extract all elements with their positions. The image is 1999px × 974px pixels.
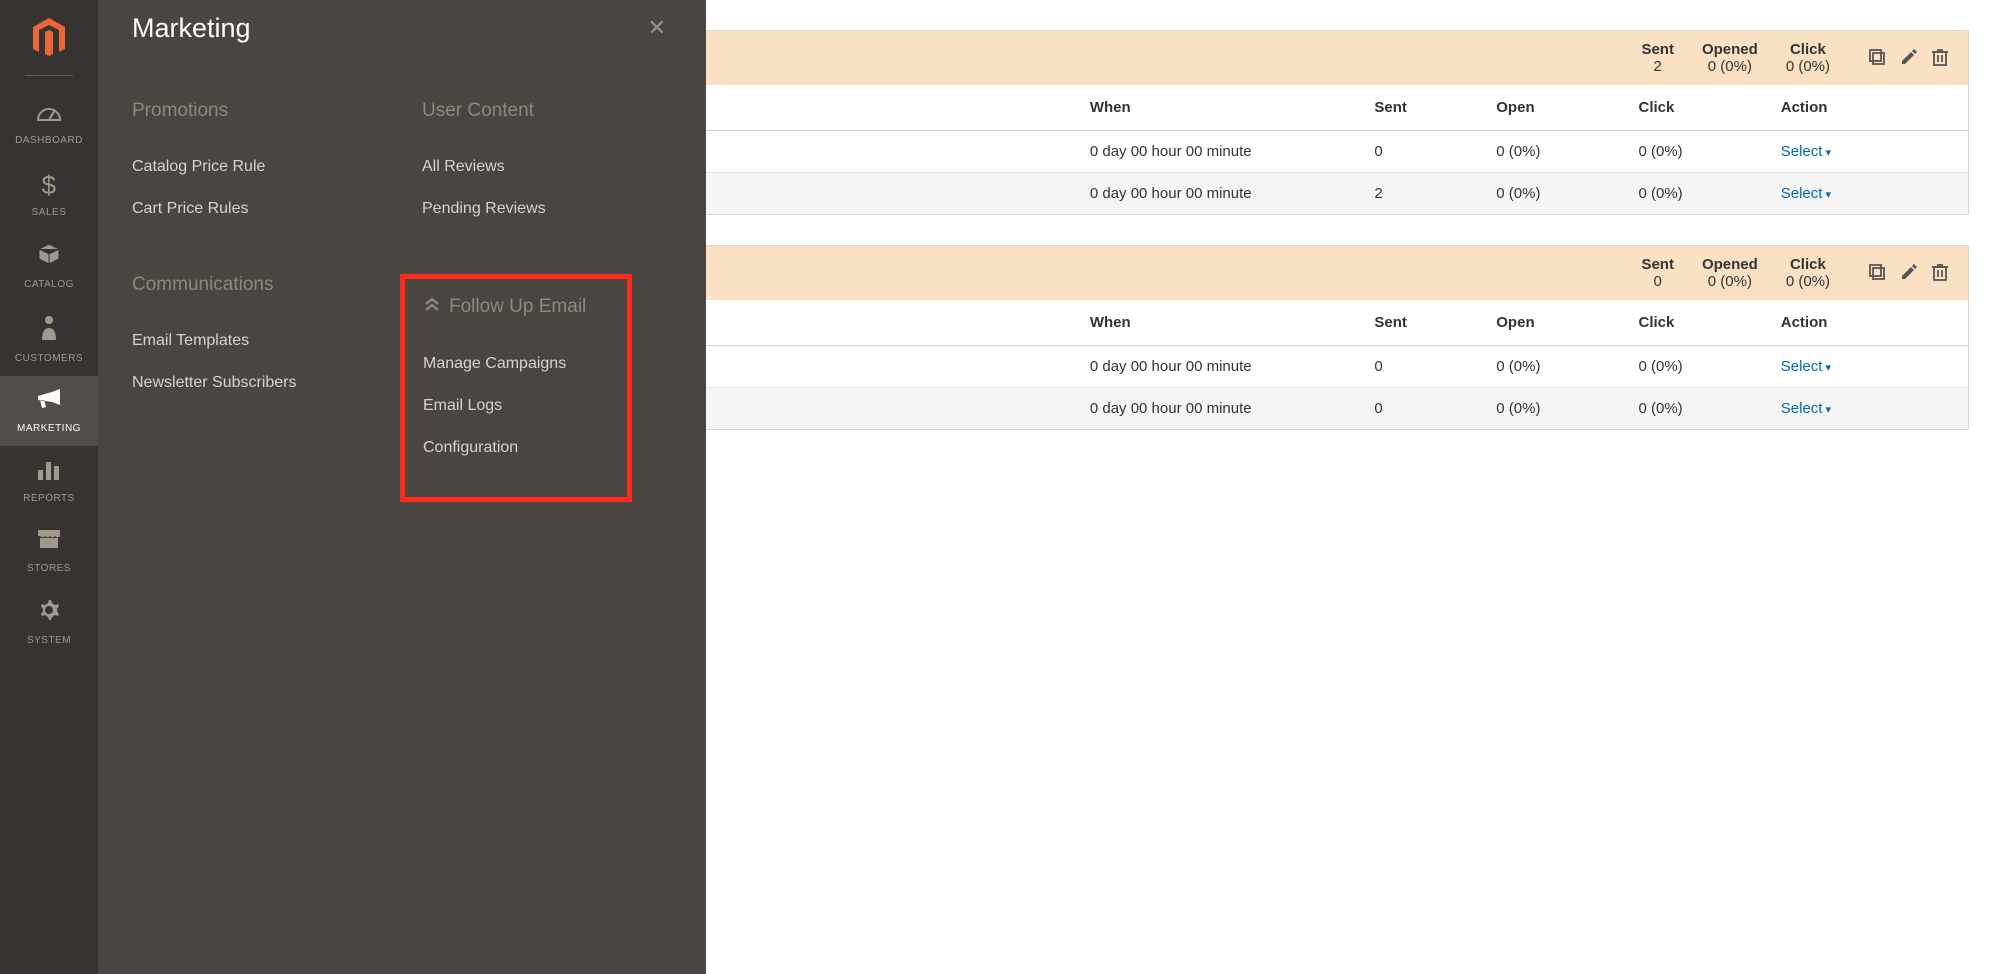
box-icon — [37, 242, 61, 273]
action-select[interactable]: Select — [1781, 358, 1831, 375]
cell-click: 0 (0%) — [1623, 388, 1765, 430]
campaign-actions — [1868, 263, 1948, 284]
action-select[interactable]: Select — [1781, 143, 1831, 160]
sidebar-item-label: SYSTEM — [27, 635, 71, 646]
bars-icon — [38, 458, 60, 487]
cell-open: 0 (0%) — [1480, 173, 1622, 215]
edit-icon[interactable] — [1900, 48, 1918, 69]
cell-click: 0 (0%) — [1623, 131, 1765, 173]
link-configuration[interactable]: Configuration — [423, 427, 609, 469]
cell-click: 0 (0%) — [1623, 346, 1765, 388]
link-email-logs[interactable]: Email Logs — [423, 385, 609, 427]
main-sidebar: DASHBOARD $ SALES CATALOG CUSTOMERS MARK… — [0, 0, 98, 974]
sidebar-item-marketing[interactable]: MARKETING — [0, 376, 98, 446]
section-title-user-content: User Content — [422, 100, 672, 122]
copy-icon[interactable] — [1868, 48, 1886, 69]
cell-sent: 0 — [1358, 131, 1480, 173]
gear-icon — [37, 598, 61, 629]
sidebar-item-label: MARKETING — [17, 423, 81, 434]
link-cart-price-rules[interactable]: Cart Price Rules — [132, 188, 382, 230]
dollar-icon: $ — [42, 170, 57, 201]
link-email-templates[interactable]: Email Templates — [132, 320, 382, 362]
sidebar-divider — [25, 75, 73, 76]
th-action: Action — [1765, 85, 1968, 131]
th-open: Open — [1480, 300, 1622, 346]
th-open: Open — [1480, 85, 1622, 131]
chevrons-up-icon — [423, 295, 441, 319]
magento-logo[interactable] — [31, 18, 67, 61]
th-click: Click — [1623, 85, 1765, 131]
sidebar-item-label: REPORTS — [23, 493, 75, 504]
sidebar-item-label: DASHBOARD — [15, 135, 83, 146]
delete-icon[interactable] — [1932, 263, 1948, 284]
sidebar-item-reports[interactable]: REPORTS — [0, 446, 98, 516]
cell-when: 0 day 00 hour 00 minute — [1074, 388, 1359, 430]
th-sent: Sent — [1358, 85, 1480, 131]
th-action: Action — [1765, 300, 1968, 346]
link-pending-reviews[interactable]: Pending Reviews — [422, 188, 672, 230]
cell-when: 0 day 00 hour 00 minute — [1074, 131, 1359, 173]
megaphone-icon — [36, 388, 62, 417]
copy-icon[interactable] — [1868, 263, 1886, 284]
sidebar-item-dashboard[interactable]: DASHBOARD — [0, 88, 98, 158]
flyout-column-left: Promotions Catalog Price Rule Cart Price… — [132, 100, 382, 502]
sidebar-item-customers[interactable]: CUSTOMERS — [0, 302, 98, 376]
dashboard-icon — [36, 100, 62, 129]
sidebar-item-label: STORES — [27, 563, 71, 574]
close-icon[interactable]: ✕ — [642, 9, 672, 47]
cell-click: 0 (0%) — [1623, 173, 1765, 215]
section-title-communications: Communications — [132, 274, 382, 296]
stat-click: Click 0 (0%) — [1786, 41, 1830, 75]
th-sent: Sent — [1358, 300, 1480, 346]
link-all-reviews[interactable]: All Reviews — [422, 146, 672, 188]
cell-sent: 0 — [1358, 388, 1480, 430]
sidebar-item-stores[interactable]: STORES — [0, 516, 98, 586]
flyout-column-right: User Content All Reviews Pending Reviews… — [422, 100, 672, 502]
marketing-flyout: Marketing ✕ Promotions Catalog Price Rul… — [98, 0, 706, 974]
action-select[interactable]: Select — [1781, 400, 1831, 417]
th-click: Click — [1623, 300, 1765, 346]
sidebar-item-catalog[interactable]: CATALOG — [0, 230, 98, 302]
cell-sent: 2 — [1358, 173, 1480, 215]
cell-open: 0 (0%) — [1480, 346, 1622, 388]
person-icon — [40, 314, 58, 347]
action-select[interactable]: Select — [1781, 185, 1831, 202]
cell-when: 0 day 00 hour 00 minute — [1074, 173, 1359, 215]
th-when: When — [1074, 300, 1359, 346]
sidebar-item-sales[interactable]: $ SALES — [0, 158, 98, 230]
link-manage-campaigns[interactable]: Manage Campaigns — [423, 343, 609, 385]
delete-icon[interactable] — [1932, 48, 1948, 69]
sidebar-item-label: CATALOG — [24, 279, 74, 290]
sidebar-item-label: SALES — [32, 207, 67, 218]
link-newsletter-subscribers[interactable]: Newsletter Subscribers — [132, 362, 382, 404]
campaign-actions — [1868, 48, 1948, 69]
section-title-text: Follow Up Email — [449, 296, 586, 318]
cell-open: 0 (0%) — [1480, 388, 1622, 430]
link-catalog-price-rule[interactable]: Catalog Price Rule — [132, 146, 382, 188]
section-title-promotions: Promotions — [132, 100, 382, 122]
stat-opened: Opened 0 (0%) — [1702, 41, 1758, 75]
cell-when: 0 day 00 hour 00 minute — [1074, 346, 1359, 388]
stat-sent: Sent 0 — [1641, 256, 1674, 290]
sidebar-item-system[interactable]: SYSTEM — [0, 586, 98, 658]
flyout-title: Marketing — [132, 13, 251, 44]
section-title-follow-up-email: Follow Up Email — [423, 295, 609, 319]
follow-up-email-highlight: Follow Up Email Manage Campaigns Email L… — [400, 274, 632, 502]
stat-click: Click 0 (0%) — [1786, 256, 1830, 290]
sidebar-item-label: CUSTOMERS — [15, 353, 83, 364]
storefront-icon — [36, 528, 62, 557]
cell-open: 0 (0%) — [1480, 131, 1622, 173]
edit-icon[interactable] — [1900, 263, 1918, 284]
stat-opened: Opened 0 (0%) — [1702, 256, 1758, 290]
cell-sent: 0 — [1358, 346, 1480, 388]
th-when: When — [1074, 85, 1359, 131]
stat-sent: Sent 2 — [1641, 41, 1674, 75]
